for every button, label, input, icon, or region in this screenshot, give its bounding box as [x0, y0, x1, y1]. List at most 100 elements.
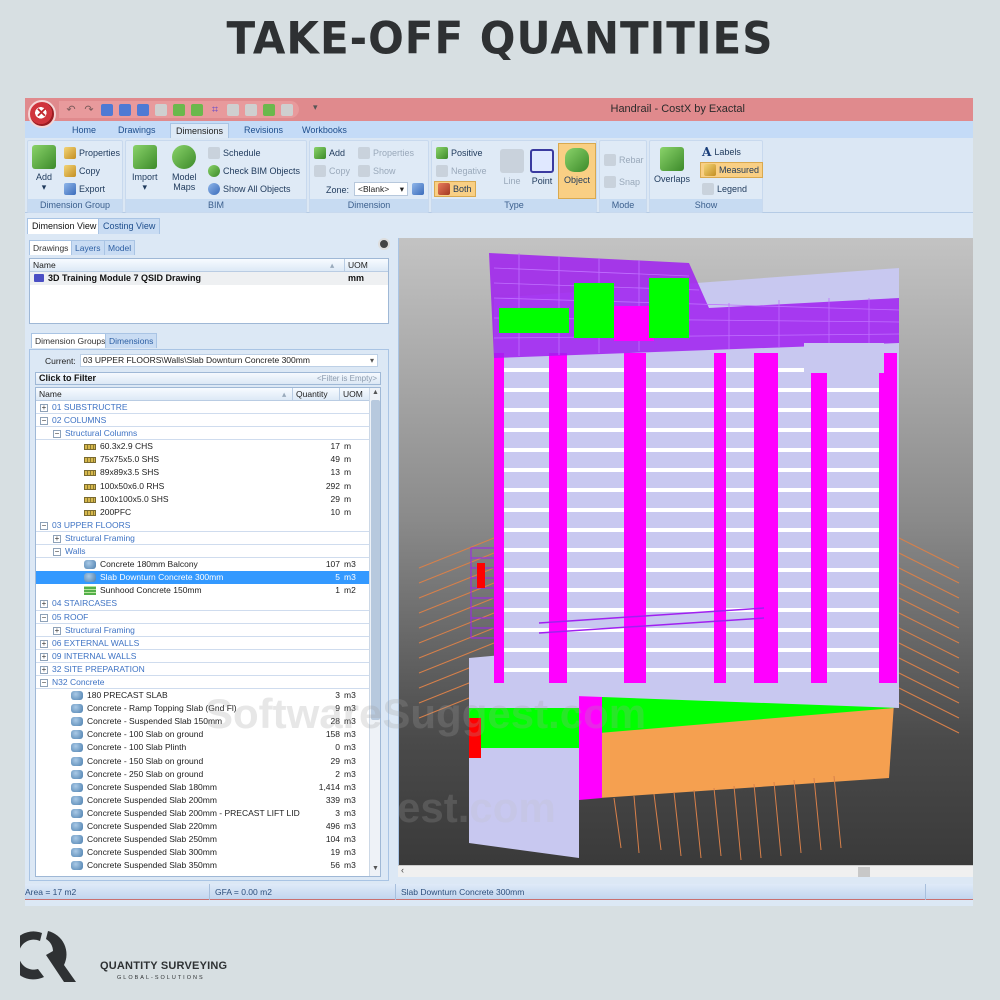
tree-item-row[interactable]: Concrete Suspended Slab 250mm 104 m3 — [36, 833, 370, 846]
tree-item-row[interactable]: Concrete - Suspended Slab 150mm 28 m3 — [36, 715, 370, 728]
application-menu-button[interactable] — [28, 100, 56, 128]
group-properties-button[interactable]: Properties — [64, 145, 120, 161]
3d-model-viewport[interactable]: areSuggest.com — [398, 238, 973, 865]
expand-icon[interactable]: + — [40, 665, 48, 674]
tab-dimension-groups[interactable]: Dimension Groups — [31, 333, 110, 348]
labels-button[interactable]: A Labels — [702, 144, 741, 160]
positive-button[interactable]: Positive — [436, 145, 483, 161]
tree-item-row[interactable]: Concrete - 100 Slab on ground 158 m3 — [36, 728, 370, 741]
tree-group-row[interactable]: +09 INTERNAL WALLS — [36, 650, 370, 663]
tree-group-row[interactable]: +06 EXTERNAL WALLS — [36, 637, 370, 650]
tree-item-row[interactable]: Concrete - 100 Slab Plinth 0 m3 — [36, 741, 370, 754]
tab-workbooks[interactable]: Workbooks — [297, 123, 352, 138]
open-icon[interactable] — [281, 103, 293, 116]
collapse-icon[interactable]: − — [53, 548, 61, 557]
tree-item-row[interactable]: Slab Downturn Concrete 300mm 5 m3 — [36, 571, 370, 585]
tree-item-row[interactable]: Concrete Suspended Slab 180mm 1,414 m3 — [36, 781, 370, 794]
redo-icon[interactable]: ↷ — [83, 104, 95, 116]
tab-dimensions-list[interactable]: Dimensions — [105, 333, 158, 348]
collapse-icon[interactable]: − — [40, 678, 48, 687]
open-drawing-icon[interactable] — [119, 103, 131, 116]
tree-group-row[interactable]: + Structural Framing — [36, 624, 370, 637]
tree-group-row[interactable]: − N32 Concrete — [36, 676, 370, 690]
tree-item-row[interactable]: Concrete - 150 Slab on ground 29 m3 — [36, 755, 370, 768]
collapse-icon[interactable]: − — [40, 521, 48, 530]
scroll-up-icon[interactable]: ▲ — [370, 389, 380, 399]
tree-group-row[interactable]: + Structural Framing — [36, 532, 370, 546]
zone-map-icon[interactable] — [412, 183, 424, 195]
schedule-button[interactable]: Schedule — [208, 145, 261, 161]
scroll-thumb[interactable] — [371, 400, 380, 720]
filter-bar[interactable]: Click to Filter <Filter is Empty> — [35, 372, 381, 385]
dimension-add-button[interactable]: Add — [314, 145, 345, 161]
collapse-icon[interactable]: − — [40, 613, 48, 622]
snap-button[interactable]: Snap — [604, 174, 640, 190]
expand-icon[interactable]: + — [40, 639, 48, 648]
model-maps-button[interactable]: Model Maps — [172, 145, 197, 192]
tree-group-row[interactable]: +32 SITE PREPARATION — [36, 663, 370, 676]
tree-group-row[interactable]: −05 ROOF — [36, 611, 370, 624]
tree-item-row[interactable]: Concrete Suspended Slab 300mm 19 m3 — [36, 846, 370, 859]
tree-item-row[interactable]: 180 PRECAST SLAB 3 m3 — [36, 689, 370, 702]
column-quantity[interactable]: Quantity — [292, 388, 338, 400]
dimension-properties-button[interactable]: Properties — [358, 145, 414, 161]
column-name[interactable]: Name — [33, 259, 56, 271]
curve-icon[interactable] — [245, 103, 257, 116]
tree-item-row[interactable]: Concrete - 250 Slab on ground 2 m3 — [36, 768, 370, 781]
tree-group-row[interactable]: − Walls — [36, 545, 370, 559]
measured-button[interactable]: Measured — [700, 162, 764, 178]
point-button[interactable]: Point — [530, 149, 554, 186]
pin-icon[interactable] — [378, 238, 390, 250]
both-button[interactable]: Both — [434, 181, 476, 197]
drawing-row[interactable]: 3D Training Module 7 QSID Drawing mm — [30, 272, 388, 285]
tree-group-row[interactable]: −03 UPPER FLOORS — [36, 519, 370, 532]
tree-item-row[interactable]: Concrete Suspended Slab 220mm 496 m3 — [36, 820, 370, 833]
tree-item-row[interactable]: Concrete 180mm Balcony 107 m3 — [36, 558, 370, 571]
delete-drawing-icon[interactable] — [101, 103, 113, 116]
tree-scrollbar[interactable]: ▲ ▼ — [369, 388, 380, 876]
add-group-icon[interactable] — [191, 103, 203, 116]
tree-group-row[interactable]: +01 SUBSTRUCTRE — [36, 401, 370, 415]
group-export-button[interactable]: Export — [64, 181, 105, 197]
tab-home[interactable]: Home — [67, 123, 101, 138]
collapse-icon[interactable]: − — [53, 430, 61, 439]
tree-item-row[interactable]: Concrete Suspended Slab 200mm 339 m3 — [36, 794, 370, 807]
new-icon[interactable] — [263, 103, 275, 116]
tab-drawings[interactable]: Drawings — [113, 123, 161, 138]
tab-drawings-panel[interactable]: Drawings — [29, 240, 73, 255]
tree-group-row[interactable]: +04 STAIRCASES — [36, 597, 370, 611]
line-icon[interactable] — [227, 103, 239, 116]
add-group-button[interactable]: Add ▾ — [32, 145, 56, 192]
undo-icon[interactable]: ↶ — [65, 104, 77, 116]
tree-item-row[interactable]: 75x75x5.0 SHS 49 m — [36, 453, 370, 466]
add-dimension-icon[interactable] — [173, 103, 185, 116]
dimension-copy-button[interactable]: Copy — [314, 163, 350, 179]
expand-icon[interactable]: + — [40, 404, 48, 412]
negative-button[interactable]: Negative — [436, 163, 487, 179]
import-button[interactable]: Import ▾ — [132, 145, 158, 192]
collapse-icon[interactable]: − — [40, 417, 48, 426]
viewport-horizontal-scrollbar[interactable]: ‹ — [398, 865, 973, 877]
legend-button[interactable]: Legend — [702, 181, 747, 197]
zone-dropdown[interactable]: <Blank> ▾ — [354, 182, 408, 196]
import-icon[interactable] — [137, 103, 149, 116]
expand-icon[interactable]: + — [53, 626, 61, 635]
column-uom[interactable]: UOM — [339, 388, 363, 400]
tab-dimension-view[interactable]: Dimension View — [27, 218, 102, 234]
overlaps-button[interactable]: Overlaps — [654, 147, 690, 184]
scroll-thumb[interactable] — [858, 867, 870, 877]
rotate-icon[interactable] — [155, 103, 167, 116]
column-name[interactable]: Name — [39, 388, 62, 400]
group-copy-button[interactable]: Copy — [64, 163, 100, 179]
scroll-left-icon[interactable]: ‹ — [401, 865, 404, 875]
current-group-dropdown[interactable]: 03 UPPER FLOORS\Walls\Slab Downturn Conc… — [80, 354, 378, 367]
tree-group-row[interactable]: −02 COLUMNS — [36, 414, 370, 428]
tab-costing-view[interactable]: Costing View — [98, 218, 161, 234]
tree-group-row[interactable]: − Structural Columns — [36, 427, 370, 441]
check-bim-objects-button[interactable]: Check BIM Objects — [208, 163, 300, 179]
show-all-objects-button[interactable]: Show All Objects — [208, 181, 291, 197]
tree-item-row[interactable]: Concrete - Ramp Topping Slab (Gnd Fl) 9 m3 — [36, 702, 370, 715]
expand-icon[interactable]: + — [53, 534, 61, 543]
column-uom[interactable]: UOM — [344, 259, 368, 271]
rebar-button[interactable]: Rebar — [604, 152, 644, 168]
